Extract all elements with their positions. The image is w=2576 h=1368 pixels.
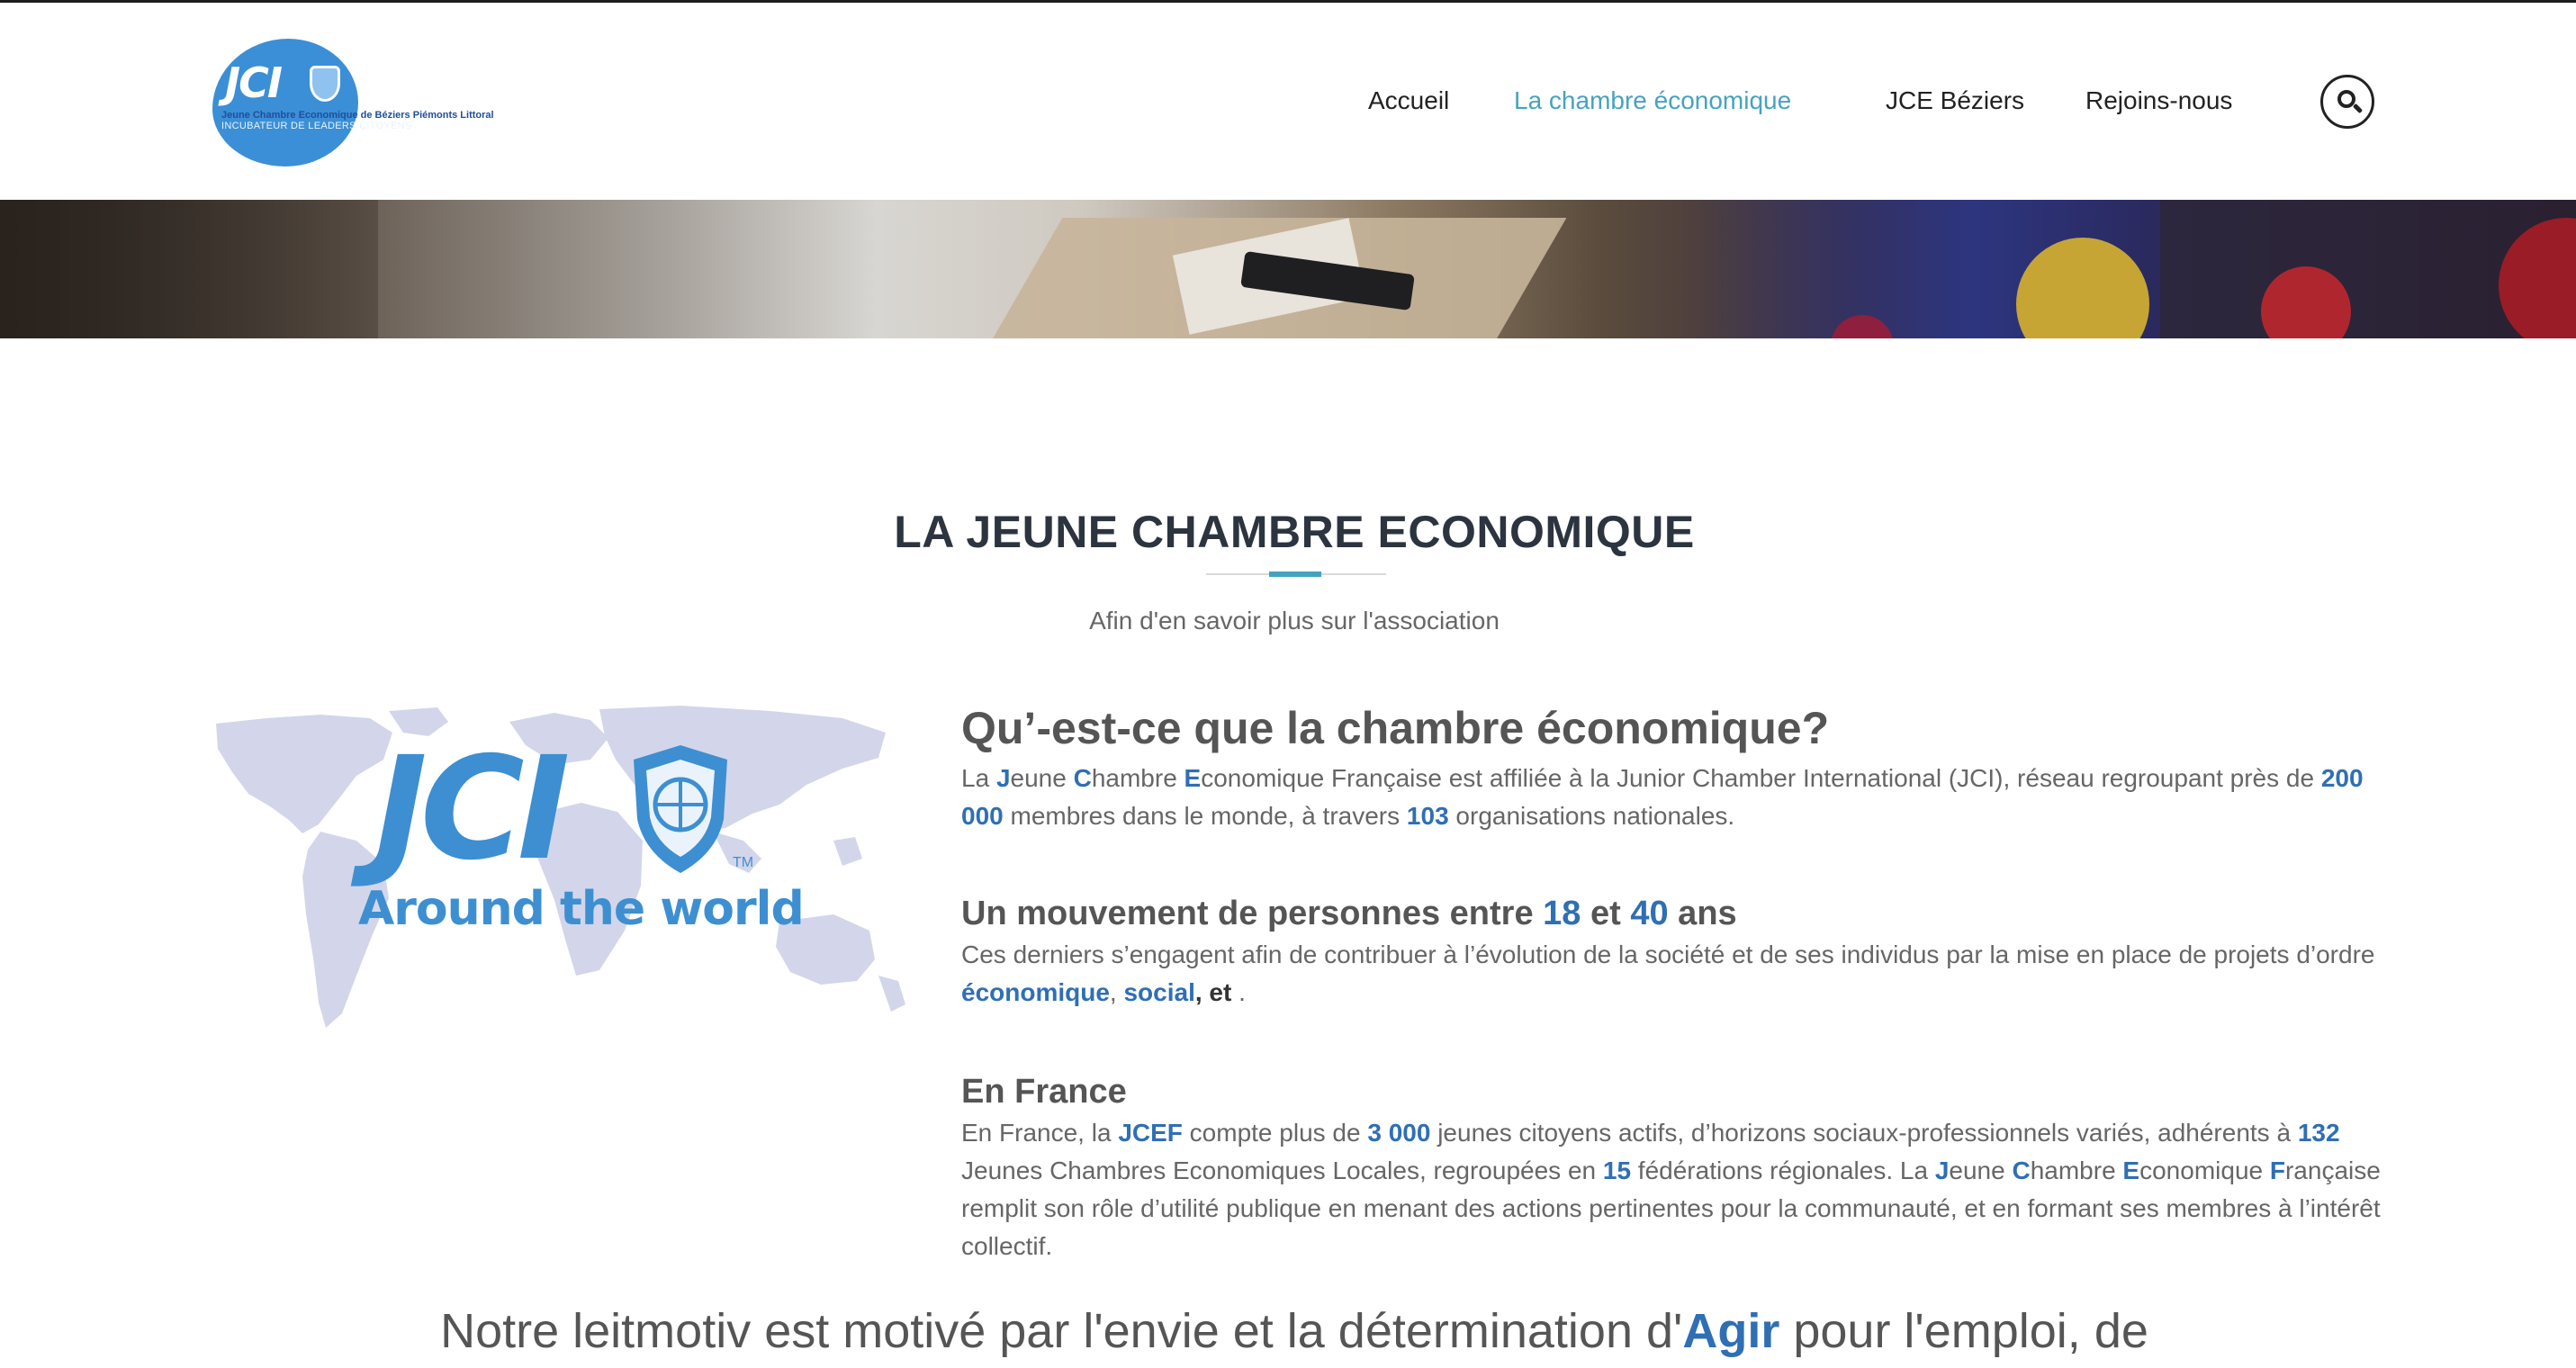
main-nav: Accueil La chambre économique JCE Bézier… — [0, 86, 2576, 122]
block-text: En France, la JCEF compte plus de 3 000 … — [961, 1119, 2381, 1260]
site-header: JCI Jeune Chambre Economique de Béziers … — [0, 3, 2576, 200]
leitmotiv-text: Notre leitmotiv est motivé par l'envie e… — [440, 1304, 2148, 1358]
block-en-france: En France En France, la JCEF compte plus… — [961, 1069, 2401, 1265]
decor-circle — [2499, 218, 2576, 338]
link-economique[interactable]: économique — [961, 978, 1110, 1006]
illustration-tagline: Around the world — [358, 882, 805, 936]
block-title: Un mouvement de personnes entre 18 et 40… — [961, 895, 1737, 932]
section-subtitle: Afin d'en savoir plus sur l'association — [1089, 607, 1500, 634]
section-title: LA JEUNE CHAMBRE ECONOMIQUE — [894, 507, 1695, 557]
illustration-mark: JCI — [374, 726, 571, 892]
jci-shield-icon — [634, 745, 727, 873]
nav-item-jce-beziers[interactable]: JCE Béziers — [1886, 86, 2024, 115]
block-movement: Un mouvement de personnes entre 18 et 40… — [961, 891, 2401, 1012]
world-map-icon — [216, 706, 905, 1028]
nav-item-accueil[interactable]: Accueil — [1368, 86, 1449, 115]
illustration-tm: TM — [733, 855, 754, 870]
block-text: Ces derniers s’engagent afin de contribu… — [961, 940, 2375, 1006]
nav-item-rejoins-nous[interactable]: Rejoins-nous — [2085, 86, 2232, 115]
block-title: En France — [961, 1073, 1127, 1111]
jci-world-map-image: JCI TM Around the world — [212, 706, 914, 1048]
block-text: La Jeune Chambre Economique Française es… — [961, 764, 2364, 830]
link-social[interactable]: social — [1123, 978, 1194, 1006]
search-icon-handle — [2352, 103, 2364, 114]
block-title: Qu’-est-ce que la chambre économique? — [961, 703, 1830, 753]
search-button[interactable] — [2320, 75, 2374, 129]
hero-banner — [0, 200, 2576, 338]
nav-item-chambre-economique[interactable]: La chambre économique — [1514, 86, 1791, 115]
decor-circle — [2261, 266, 2351, 338]
block-what-is: Qu’-est-ce que la chambre économique? La… — [961, 697, 2401, 835]
title-divider-accent — [1269, 572, 1321, 577]
